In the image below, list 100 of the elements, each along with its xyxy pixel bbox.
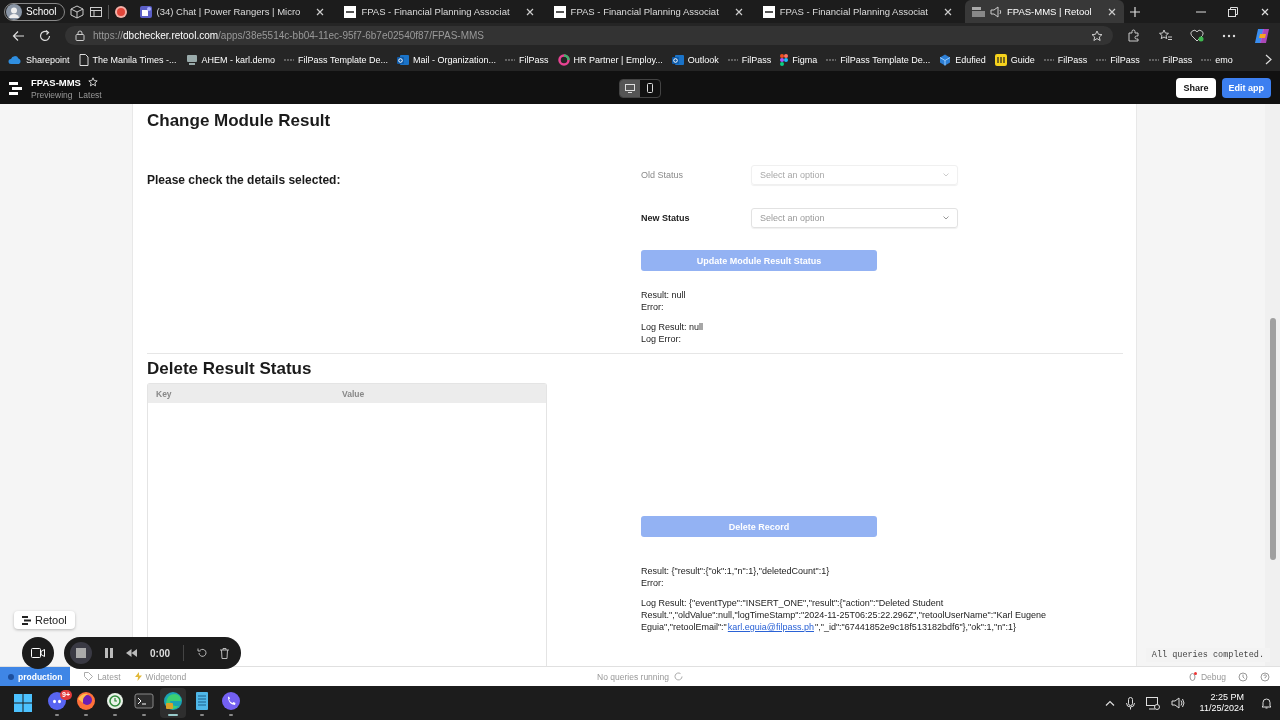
scrollbar-thumb[interactable] (1269, 318, 1276, 560)
record-icon[interactable] (113, 4, 128, 19)
close-icon[interactable] (1106, 6, 1117, 17)
column-header: Key (155, 388, 173, 399)
more-icon[interactable] (1222, 33, 1236, 38)
log-result-text: Log Result: {"eventType":"INSERT_ONE","result":{"action":"Deleted Student (641, 597, 945, 609)
browser-tab[interactable]: (34) Chat | Power Rangers | Micro (132, 0, 333, 23)
pause-icon[interactable] (105, 648, 113, 658)
figma-icon (780, 53, 789, 66)
bookmark-link[interactable]: Edufied (939, 53, 986, 66)
field-label: Old Status (641, 170, 685, 180)
bookmark-link[interactable]: FilPass (1096, 54, 1140, 65)
lock-icon (75, 30, 85, 41)
close-icon[interactable] (733, 6, 744, 17)
network-icon[interactable] (1145, 696, 1160, 710)
bookmark-link[interactable]: Mail - Organization... (397, 53, 496, 66)
browser-tab[interactable]: FPAS - Financial Planning Associat (755, 0, 960, 23)
back-icon[interactable] (12, 29, 25, 42)
close-icon[interactable] (524, 6, 535, 17)
update-button: Update Module Result Status (641, 250, 877, 271)
page-icon (78, 53, 89, 66)
close-icon[interactable] (315, 6, 326, 17)
windows-icon (14, 694, 32, 712)
app-title: FPAS-MMS (31, 76, 81, 88)
fox-browser-icon (76, 690, 96, 711)
help-icon[interactable] (1260, 671, 1270, 682)
logo-icon (9, 81, 22, 95)
tab-actions-icon[interactable] (88, 4, 103, 19)
cloud-icon (8, 54, 22, 65)
bell-icon[interactable] (1261, 697, 1272, 709)
rewind-icon[interactable] (126, 649, 137, 657)
close-icon[interactable] (943, 6, 953, 17)
cube-icon (939, 53, 952, 66)
logo-icon (22, 615, 31, 625)
browser-tab[interactable]: FPAS-MMS | Retool (965, 0, 1124, 23)
result-text: Error: (641, 577, 665, 589)
output-text: Result: null (641, 289, 687, 301)
column-header: Value (341, 388, 366, 399)
chevron-down-icon (943, 216, 949, 220)
favorites-icon[interactable] (1158, 29, 1172, 42)
address-field[interactable]: https://dbchecker.retool.com/apps/38e5514c-bb04-11ec-95f7-6b7e02540f87/FPAS-MMS (65, 26, 1113, 45)
bookmark-link[interactable]: The Manila Times -... (78, 53, 177, 66)
bookmark-link[interactable]: FilPass Template De... (826, 54, 931, 65)
copilot-icon[interactable] (1254, 27, 1270, 44)
email-link[interactable]: karl.eguia@filpass.ph (727, 621, 814, 633)
bookmark-link[interactable]: FilPass (1148, 54, 1193, 65)
taskbar-app[interactable] (160, 688, 186, 718)
speaker-icon[interactable] (1170, 697, 1185, 709)
output-text: Log Error: (641, 333, 683, 345)
history-icon[interactable] (1238, 671, 1248, 682)
browser-tab[interactable]: FPAS - Financial Planning Associat (546, 0, 751, 23)
chevron-right-icon[interactable] (1265, 54, 1272, 65)
mode-label: Previewing (31, 89, 73, 100)
star-icon[interactable] (87, 77, 98, 87)
close-icon[interactable] (1260, 6, 1270, 17)
version-label: Latest (78, 89, 102, 100)
chevron-up-icon[interactable] (1104, 700, 1115, 706)
extensions-icon[interactable] (1127, 29, 1140, 42)
bookmark-link[interactable]: HR Partner | Employ... (557, 53, 663, 66)
retool-badge[interactable]: Retool (14, 611, 75, 629)
share-button[interactable]: Share (1176, 78, 1216, 98)
bookmark-link[interactable]: AHEM - karl.demo (185, 53, 276, 66)
bookmark-link[interactable]: FilPass (727, 54, 772, 65)
clock-date: 11/25/2024 (1199, 703, 1244, 714)
workspaces-icon[interactable] (69, 4, 84, 19)
badge-label: Retool (35, 614, 67, 626)
status-text: No queries running (597, 671, 669, 682)
bookmark-link[interactable]: Figma (780, 53, 818, 66)
avatar-icon (6, 3, 22, 20)
microphone-icon[interactable] (1125, 696, 1135, 710)
desktop-view-button[interactable] (620, 79, 640, 97)
browser-tab[interactable]: FPAS - Financial Planning Associat (337, 0, 542, 23)
bookmark-link[interactable]: FilPass (505, 54, 549, 65)
favorite-star-icon[interactable] (1091, 29, 1103, 42)
mail-app-icon (671, 53, 684, 66)
stop-button[interactable] (70, 642, 92, 664)
chevron-down-icon (943, 173, 949, 177)
clock-time: 2:25 PM (1210, 692, 1244, 703)
edit-button[interactable]: Edit app (1221, 78, 1271, 98)
refresh-icon (673, 672, 683, 681)
trash-icon[interactable] (220, 647, 229, 659)
bookmark-link[interactable]: FilPass Template De... (284, 54, 388, 65)
server-icon (185, 53, 198, 66)
bookmark-link[interactable]: emo (1201, 54, 1233, 65)
restore-icon[interactable] (1228, 6, 1238, 17)
tab-group-icon (972, 5, 985, 18)
refresh-icon[interactable] (39, 29, 51, 42)
bookmark-link[interactable]: FilPass (1043, 54, 1088, 65)
select-field: Select an option (751, 165, 958, 185)
restart-icon[interactable] (197, 648, 207, 658)
clock-button[interactable]: 2:25 PM 11/25/2024 (1199, 692, 1244, 714)
tag-icon (84, 672, 94, 681)
new-tab-icon[interactable] (1128, 5, 1141, 18)
heart-icon[interactable] (1190, 29, 1204, 42)
environment-badge[interactable]: production (0, 667, 71, 686)
bookmark-link[interactable]: Outlook (671, 53, 719, 66)
page-icon (762, 5, 775, 18)
bookmark-link[interactable]: Sharepoint (8, 54, 70, 65)
prompt-text: Please check the details selected: (147, 172, 342, 188)
bookmark-link[interactable]: Guide (994, 53, 1035, 66)
